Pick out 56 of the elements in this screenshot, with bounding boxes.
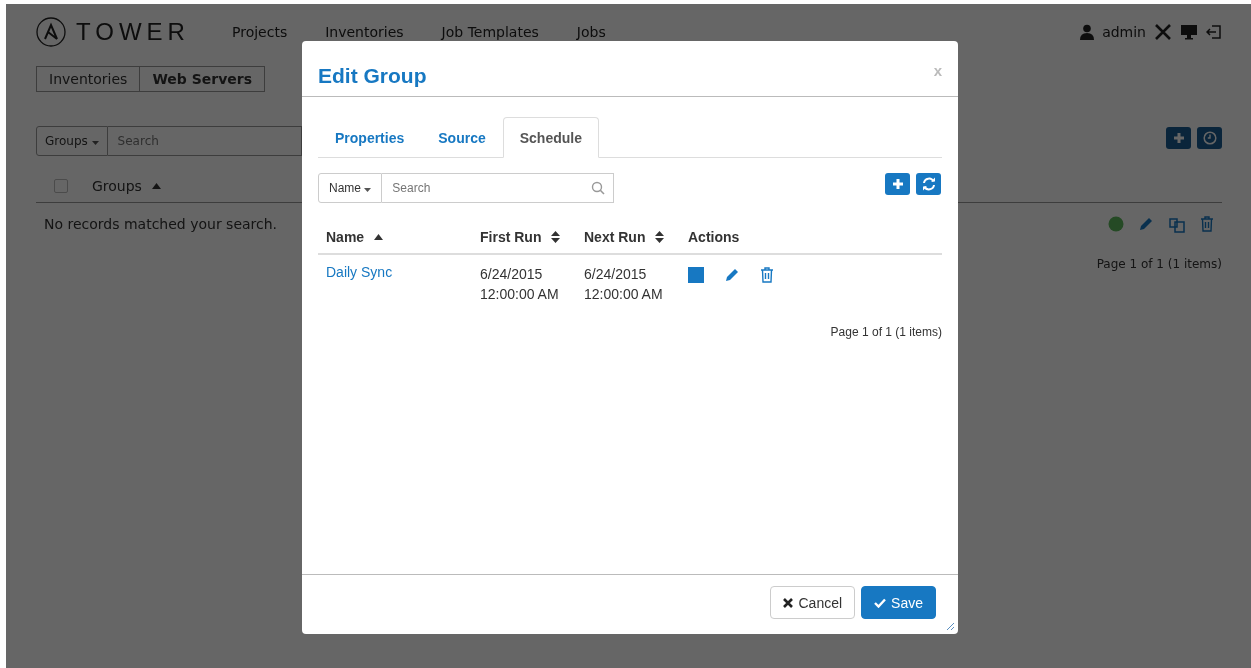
search-field[interactable]: Search: [382, 173, 614, 203]
filter-dropdown[interactable]: Name: [318, 173, 383, 203]
column-header[interactable]: Groups: [92, 178, 142, 194]
column-header[interactable]: Name: [326, 229, 365, 245]
pagination-text: Page 1 of 1 (1 items): [1096, 257, 1222, 271]
plus-icon: [1172, 132, 1185, 144]
sort-icon[interactable]: [655, 231, 665, 243]
logout-icon[interactable]: [1206, 24, 1222, 40]
search-icon: [591, 181, 605, 195]
pencil-icon[interactable]: [1138, 216, 1154, 232]
schedule-name-link[interactable]: Daily Sync: [326, 264, 393, 280]
add-button[interactable]: [1166, 127, 1191, 149]
refresh-button[interactable]: [916, 173, 941, 195]
first-run-cell: 6/24/2015 12:00:00 AM: [480, 266, 559, 302]
close-icon: [783, 597, 794, 608]
resize-grip-icon[interactable]: [946, 622, 954, 630]
trash-icon[interactable]: [1200, 216, 1214, 232]
empty-message: No records matched your search.: [44, 216, 278, 232]
clock-icon: [1202, 131, 1217, 145]
filter-dropdown[interactable]: Groups: [36, 126, 108, 156]
tab[interactable]: Properties: [318, 117, 422, 158]
plus-icon: [891, 178, 904, 190]
sort-icon[interactable]: [551, 231, 561, 243]
status-dot-icon: [1108, 216, 1124, 232]
column-header[interactable]: Next Run: [584, 229, 646, 245]
pencil-icon[interactable]: [724, 267, 740, 283]
save-button[interactable]: Save: [861, 586, 936, 619]
caret-icon: [91, 141, 99, 145]
select-all-checkbox[interactable]: [54, 179, 68, 193]
logo-icon: [36, 17, 66, 47]
add-button[interactable]: [885, 173, 910, 195]
refresh-icon: [921, 177, 936, 191]
next-run-cell: 6/24/2015 12:00:00 AM: [584, 266, 663, 302]
tab[interactable]: Source: [421, 117, 503, 158]
caret-icon: [364, 188, 372, 192]
breadcrumb-item[interactable]: Inventories: [36, 66, 141, 92]
check-icon: [874, 597, 887, 608]
tab[interactable]: Schedule: [502, 117, 599, 158]
monitor-icon[interactable]: [1180, 24, 1198, 40]
nav-link[interactable]: Job Templates: [441, 24, 539, 40]
cancel-button[interactable]: Cancel: [770, 586, 856, 619]
pagination-text: Page 1 of 1 (1 items): [830, 325, 942, 339]
user-link[interactable]: admin: [1102, 24, 1146, 40]
nav-link[interactable]: Projects: [232, 24, 288, 40]
nav-link[interactable]: Jobs: [576, 24, 606, 40]
column-header[interactable]: First Run: [480, 229, 542, 245]
nav-link[interactable]: Inventories: [325, 24, 404, 40]
column-header: Actions: [688, 229, 740, 245]
breadcrumb-item[interactable]: Web Servers: [140, 66, 266, 92]
trash-icon[interactable]: [760, 267, 774, 283]
dialog-title: Edit Group: [318, 64, 427, 88]
copy-icon[interactable]: [1168, 215, 1186, 233]
logo-text: TOWER: [76, 18, 190, 46]
user-icon: [1080, 24, 1095, 40]
schedule-button[interactable]: [1197, 127, 1222, 149]
sort-ascending-icon[interactable]: [374, 234, 384, 240]
